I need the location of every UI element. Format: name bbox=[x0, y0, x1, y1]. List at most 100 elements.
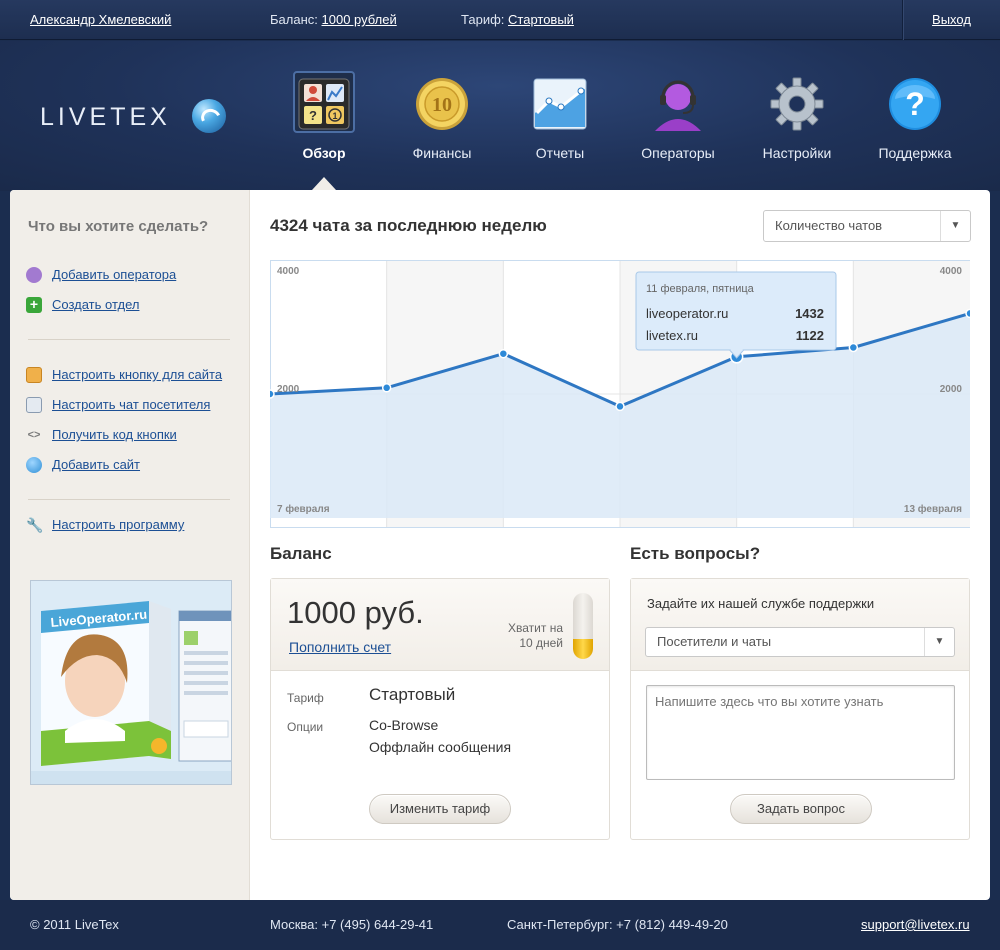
change-tariff-button[interactable]: Изменить тариф bbox=[369, 794, 511, 824]
x-tick-label: 13 февраля bbox=[904, 503, 962, 515]
sidebar-item-add-operator[interactable]: Добавить оператора bbox=[26, 266, 176, 286]
chart-data-point bbox=[848, 342, 859, 353]
svg-text:?: ? bbox=[905, 86, 925, 122]
logo-icon bbox=[192, 99, 226, 133]
main-area: 4324 чата за последнюю неделю Количество… bbox=[270, 190, 980, 900]
sidebar-divider bbox=[28, 339, 230, 340]
questions-subtitle: Задайте их нашей службе поддержки bbox=[647, 596, 875, 611]
tariff-label: Тариф bbox=[287, 691, 324, 705]
user-name-link[interactable]: Александр Хмелевский bbox=[30, 12, 171, 27]
footer: © 2011 LiveTex Москва: +7 (495) 644-29-4… bbox=[0, 900, 1000, 950]
sidebar-item-label[interactable]: Создать отдел bbox=[52, 297, 139, 312]
nav-label: Обзор bbox=[302, 145, 346, 161]
balance-link[interactable]: 1000 рублей bbox=[322, 12, 397, 27]
balance-title: Баланс bbox=[270, 544, 332, 563]
logo-text[interactable]: LIVETEX bbox=[40, 103, 171, 132]
chart-title: 4324 чата за последнюю неделю bbox=[270, 216, 547, 235]
chat-window-icon bbox=[26, 396, 42, 413]
question-textarea[interactable] bbox=[646, 685, 955, 780]
top-bar: Александр Хмелевский Баланс: 1000 рублей… bbox=[0, 0, 1000, 40]
chevron-down-icon: ▼ bbox=[924, 628, 954, 656]
chart-tooltip-value: 1122 bbox=[796, 328, 824, 343]
ask-question-button[interactable]: Задать вопрос bbox=[730, 794, 872, 824]
chats-area-chart: 4000 4000 2000 2000 7 февраля 13 февраля 11 фе… bbox=[270, 260, 970, 528]
option-item: Co-Browse bbox=[369, 717, 439, 733]
nav-label: Отчеты bbox=[535, 145, 585, 161]
moscow-phone: Москва: +7 (495) 644-29-41 bbox=[270, 917, 434, 932]
chart-data-point bbox=[615, 401, 625, 412]
chart-metric-select[interactable]: Количество чатов ▼ bbox=[763, 210, 971, 242]
content-panel: Что вы хотите сделать? Добавить оператор… bbox=[10, 190, 990, 900]
sidebar-item-label[interactable]: Добавить оператора bbox=[52, 267, 176, 282]
copyright: © 2011 LiveTex bbox=[30, 917, 119, 932]
spb-phone: Санкт-Петербург: +7 (812) 449-49-20 bbox=[507, 917, 728, 932]
sidebar-item-chat-settings[interactable]: Настроить чат посетителя bbox=[26, 396, 210, 416]
nav-label: Поддержка bbox=[878, 145, 952, 161]
add-department-icon: + bbox=[26, 296, 42, 313]
nav-finance[interactable]: 10 Финансы bbox=[383, 41, 501, 191]
sidebar-item-button-settings[interactable]: Настроить кнопку для сайта bbox=[26, 366, 222, 386]
tariff-link[interactable]: Стартовый bbox=[508, 12, 574, 27]
topic-select[interactable]: Посетители и чаты ▼ bbox=[645, 627, 955, 657]
logout-cell: Выход bbox=[902, 0, 1000, 40]
sidebar-item-add-site[interactable]: Добавить сайт bbox=[26, 456, 140, 476]
topup-link[interactable]: Пополнить счет bbox=[289, 639, 391, 655]
add-site-icon bbox=[26, 456, 42, 473]
chart-data-point bbox=[965, 308, 970, 319]
chart-tooltip-date: 11 февраля, пятница bbox=[646, 283, 755, 295]
coin-icon: 10 bbox=[416, 78, 468, 130]
nav-label: Настройки bbox=[762, 145, 832, 161]
promo-banner[interactable]: LiveOperator.ru bbox=[30, 580, 232, 785]
chart-data-point bbox=[381, 383, 392, 393]
option-item: Оффлайн сообщения bbox=[369, 739, 512, 755]
y-tick-label: 4000 bbox=[277, 266, 300, 277]
sidebar-title: Что вы хотите сделать? bbox=[28, 218, 209, 235]
add-user-icon bbox=[26, 266, 42, 283]
sidebar-item-label[interactable]: Добавить сайт bbox=[52, 457, 140, 472]
tariff-value: Стартовый bbox=[369, 685, 456, 704]
chart-tooltip-site: livetex.ru bbox=[646, 328, 698, 343]
questions-panel: Задайте их нашей службе поддержки Посети… bbox=[630, 578, 970, 840]
options-label: Опции bbox=[287, 720, 324, 734]
logout-link[interactable]: Выход bbox=[932, 12, 971, 27]
questions-header bbox=[631, 579, 969, 671]
tariff-info: Тариф: Стартовый bbox=[461, 12, 574, 27]
overview-icon: ? 1 bbox=[298, 78, 350, 130]
operator-headset-icon bbox=[655, 80, 701, 131]
active-tab-pointer bbox=[312, 177, 336, 190]
svg-text:?: ? bbox=[309, 108, 317, 123]
sidebar-item-label[interactable]: Настроить кнопку для сайта bbox=[52, 367, 222, 382]
chart-metric-select-value: Количество чатов bbox=[775, 218, 883, 233]
tariff-label: Тариф: bbox=[461, 12, 505, 27]
nav-settings[interactable]: Настройки bbox=[738, 41, 856, 191]
nav-overview[interactable]: ? 1 Обзор bbox=[265, 41, 383, 191]
wrench-icon: 🔧 bbox=[26, 516, 44, 533]
header: LIVETEX ? 1 Обзор 10 Финансы Отчеты Опер… bbox=[0, 41, 1000, 191]
nav-reports[interactable]: Отчеты bbox=[501, 41, 619, 191]
sidebar-item-label[interactable]: Настроить программу bbox=[52, 517, 184, 532]
nav-support[interactable]: ? Поддержка bbox=[856, 41, 974, 191]
sidebar-item-label[interactable]: Получить код кнопки bbox=[52, 427, 177, 442]
questions-title: Есть вопросы? bbox=[630, 544, 761, 563]
sidebar-item-label[interactable]: Настроить чат посетителя bbox=[52, 397, 210, 412]
gear-icon bbox=[770, 77, 824, 131]
code-icon: <> bbox=[27, 428, 41, 441]
balance-amount: 1000 руб. bbox=[287, 595, 424, 630]
balance-info: Баланс: 1000 рублей bbox=[270, 12, 397, 27]
balance-label: Баланс: bbox=[270, 12, 318, 27]
sidebar: Что вы хотите сделать? Добавить оператор… bbox=[10, 190, 250, 900]
sidebar-item-configure-program[interactable]: 🔧 Настроить программу bbox=[26, 516, 184, 536]
nav-label: Операторы bbox=[641, 145, 715, 161]
y-tick-label: 2000 bbox=[277, 384, 300, 395]
chart-tooltip-value: 1432 bbox=[795, 306, 824, 321]
support-email-link[interactable]: support@livetex.ru bbox=[861, 917, 970, 932]
nav-label: Финансы bbox=[412, 145, 472, 161]
sidebar-divider bbox=[28, 499, 230, 500]
reports-chart-icon bbox=[533, 78, 587, 130]
svg-text:10: 10 bbox=[432, 94, 452, 116]
nav-operators[interactable]: Операторы bbox=[619, 41, 737, 191]
sidebar-item-get-code[interactable]: <> Получить код кнопки bbox=[26, 426, 177, 446]
help-icon: ? bbox=[889, 78, 941, 130]
y-tick-label: 2000 bbox=[940, 384, 963, 395]
sidebar-item-create-department[interactable]: + Создать отдел bbox=[26, 296, 139, 316]
